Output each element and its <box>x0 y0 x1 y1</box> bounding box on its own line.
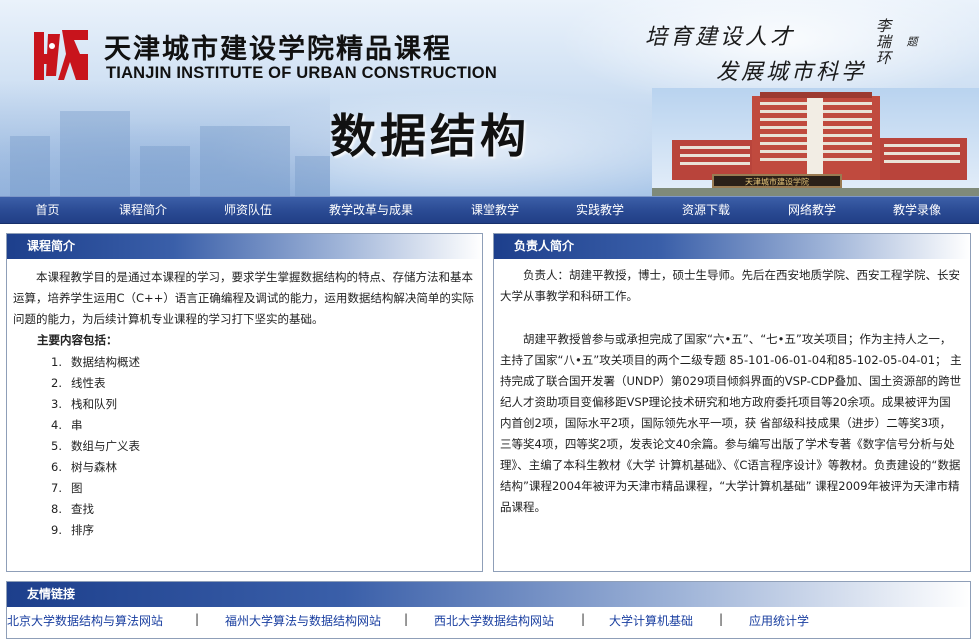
link-applied-statistics[interactable]: 应用统计学 <box>749 612 809 629</box>
topic-label: 查找 <box>71 502 94 516</box>
link-separator: | <box>195 612 200 626</box>
header-banner: 天津城市建设学院精品课程 TIANJIN INSTITUTE OF URBAN … <box>0 0 979 196</box>
course-intro-heading: 课程简介 <box>7 234 482 259</box>
link-separator: | <box>404 612 409 626</box>
list-item: 6. 树与森林 <box>51 457 140 478</box>
main-nav: 首页 课程简介 师资队伍 教学改革与成果 课堂教学 实践教学 资源下载 网络教学… <box>0 196 979 224</box>
nav-resource-download[interactable]: 资源下载 <box>671 197 741 224</box>
nav-teaching-reform[interactable]: 教学改革与成果 <box>318 197 424 224</box>
list-item: 7. 图 <box>51 478 140 499</box>
friend-links-row: 北京大学数据结构与算法网站 | 福州大学算法与数据结构网站 | 西北大学数据结构… <box>7 612 970 632</box>
topic-number: 2. <box>51 376 62 390</box>
topic-number: 9. <box>51 523 62 537</box>
friend-links-panel: 友情链接 北京大学数据结构与算法网站 | 福州大学算法与数据结构网站 | 西北大… <box>6 581 971 639</box>
link-pku-ds[interactable]: 北京大学数据结构与算法网站 <box>7 612 163 629</box>
motto-line-2: 发展城市科学 <box>716 60 867 85</box>
topic-number: 1. <box>51 355 62 369</box>
course-intro-text: 本课程教学目的是通过本课程的学习，要求学生掌握数据结构的特点、存储方法和基本运算… <box>13 270 474 326</box>
topic-number: 6. <box>51 460 62 474</box>
topic-number: 3. <box>51 397 62 411</box>
list-item: 8. 查找 <box>51 499 140 520</box>
topic-number: 5. <box>51 439 62 453</box>
course-title: 数据结构 <box>330 109 530 163</box>
calligraphy-note: 题 <box>905 36 918 47</box>
link-nwu-ds[interactable]: 西北大学数据结构网站 <box>434 612 554 629</box>
topic-number: 4. <box>51 418 62 432</box>
topic-label: 图 <box>71 481 83 495</box>
link-fzu-ds[interactable]: 福州大学算法与数据结构网站 <box>225 612 381 629</box>
topic-label: 数据结构概述 <box>71 355 140 369</box>
topic-label: 栈和队列 <box>71 397 117 411</box>
nav-video[interactable]: 教学录像 <box>882 197 952 224</box>
topic-list: 1. 数据结构概述 2. 线性表 3. 栈和队列 4. 串 5. 数组与广义表 6. 树与森… <box>51 352 140 541</box>
nav-home[interactable]: 首页 <box>20 197 75 224</box>
calligraphy-signature: 李瑞环 <box>874 18 892 66</box>
school-name-cn: 天津城市建设学院精品课程 <box>104 34 452 65</box>
list-item: 3. 栈和队列 <box>51 394 140 415</box>
leader-intro-panel: 负责人简介 负责人：胡建平教授，博士，硕士生导师。先后在西安地质学院、西安工程学… <box>493 233 971 572</box>
list-item: 5. 数组与广义表 <box>51 436 140 457</box>
topic-label: 线性表 <box>71 376 106 390</box>
leader-intro-heading: 负责人简介 <box>494 234 970 259</box>
topic-number: 8. <box>51 502 62 516</box>
nav-faculty[interactable]: 师资队伍 <box>213 197 283 224</box>
link-separator: | <box>581 612 586 626</box>
list-item: 1. 数据结构概述 <box>51 352 140 373</box>
topic-label: 树与森林 <box>71 460 117 474</box>
nav-online-teaching[interactable]: 网络教学 <box>777 197 847 224</box>
campus-backdrop <box>0 80 330 196</box>
nav-practice-teaching[interactable]: 实践教学 <box>565 197 635 224</box>
nav-classroom-teaching[interactable]: 课堂教学 <box>460 197 530 224</box>
course-intro-panel: 课程简介 本课程教学目的是通过本课程的学习，要求学生掌握数据结构的特点、存储方法… <box>6 233 483 572</box>
topic-label: 数组与广义表 <box>71 439 140 453</box>
list-item: 2. 线性表 <box>51 373 140 394</box>
leader-bio-paragraph-1: 负责人：胡建平教授，博士，硕士生导师。先后在西安地质学院、西安工程学院、长安大学… <box>500 268 960 303</box>
link-separator: | <box>719 612 724 626</box>
link-computer-basics[interactable]: 大学计算机基础 <box>609 612 693 629</box>
leader-bio-paragraph-2: 胡建平教授曾参与或承担完成了国家“六•五”、“七•五”攻关项目；作为主持人之一，… <box>500 332 962 514</box>
friend-links-heading: 友情链接 <box>7 582 970 607</box>
motto-line-1: 培育建设人才 <box>645 25 796 50</box>
list-item: 9. 排序 <box>51 520 140 541</box>
topic-label: 排序 <box>71 523 94 537</box>
school-logo <box>34 30 88 80</box>
nav-course-intro[interactable]: 课程简介 <box>108 197 178 224</box>
topic-label: 串 <box>71 418 83 432</box>
school-name-en: TIANJIN INSTITUTE OF URBAN CONSTRUCTION <box>106 64 497 82</box>
building-sign-text: 天津城市建设学院 <box>745 177 809 187</box>
list-item: 4. 串 <box>51 415 140 436</box>
campus-building-image: 天津城市建设学院 <box>652 88 979 196</box>
topic-number: 7. <box>51 481 62 495</box>
main-content-label: 主要内容包括： <box>37 333 118 347</box>
